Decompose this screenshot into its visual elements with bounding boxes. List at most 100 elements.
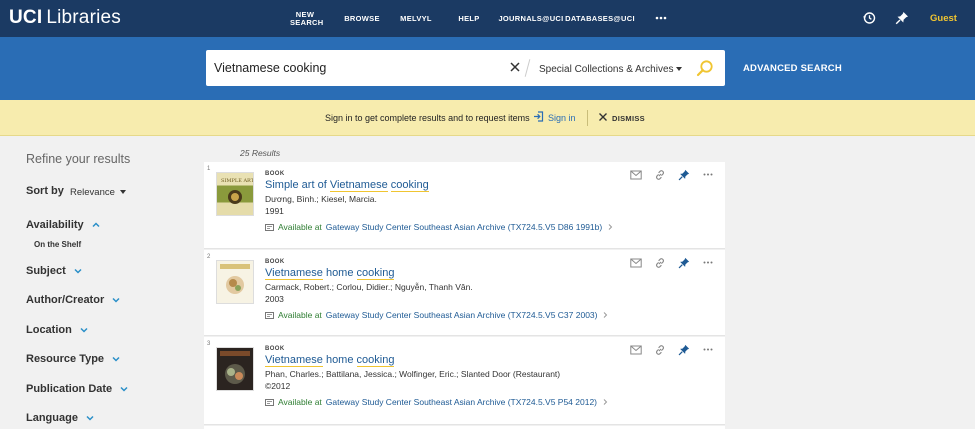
- availability-line[interactable]: Available at Gateway Study Center Southe…: [265, 310, 609, 320]
- book-location-icon: [265, 223, 274, 231]
- chevron-right-icon: [604, 312, 608, 318]
- result-actions: [629, 343, 714, 356]
- nav-help[interactable]: HELP: [450, 0, 488, 37]
- ellipsis-icon[interactable]: [701, 256, 714, 269]
- facet-language[interactable]: Language: [26, 412, 94, 424]
- nav-new-search[interactable]: NEW SEARCH: [282, 0, 328, 37]
- title-part: Simple art of: [265, 179, 330, 191]
- facet-subject[interactable]: Subject: [26, 265, 82, 277]
- pin-icon[interactable]: [677, 168, 690, 181]
- availability-location: Gateway Study Center Southeast Asian Arc…: [325, 222, 603, 232]
- sort-by-select[interactable]: Relevance: [70, 187, 115, 198]
- facet-availability[interactable]: Availability: [26, 219, 100, 231]
- availability-status: Available at: [278, 222, 322, 232]
- availability-line[interactable]: Available at Gateway Study Center Southe…: [265, 397, 609, 407]
- chevron-down-icon[interactable]: [676, 67, 682, 71]
- signin-banner: Sign in to get complete results and to r…: [0, 100, 975, 136]
- facet-publication-date-label: Publication Date: [26, 383, 113, 395]
- result-number: 1: [207, 166, 211, 172]
- chevron-right-icon: [608, 224, 613, 230]
- result-actions: [629, 256, 714, 269]
- logo-bold-text: UCI: [9, 7, 43, 28]
- result-number: 2: [207, 254, 211, 260]
- facet-language-label: Language: [26, 412, 78, 424]
- book-location-icon: [265, 398, 274, 406]
- ellipsis-icon[interactable]: [653, 10, 669, 26]
- nav-browse-label: BROWSE: [344, 13, 380, 23]
- nav-databases[interactable]: DATABASES@UCI: [565, 0, 635, 37]
- availability-line[interactable]: Available at Gateway Study Center Southe…: [265, 222, 614, 232]
- book-cover-thumbnail[interactable]: SIMPLE ART: [216, 172, 255, 216]
- search-band: Special Collections & Archives ADVANCED …: [0, 37, 975, 100]
- result-date: ©2012: [265, 381, 291, 391]
- ellipsis-icon[interactable]: [701, 168, 714, 181]
- availability-status: Available at: [278, 310, 322, 320]
- title-part: home: [322, 354, 357, 366]
- facet-on-the-shelf[interactable]: On the Shelf: [34, 240, 81, 249]
- email-icon[interactable]: [629, 168, 642, 181]
- pin-icon[interactable]: [894, 10, 910, 26]
- chevron-down-icon: [112, 297, 120, 303]
- link-icon[interactable]: [653, 256, 666, 269]
- pin-icon[interactable]: [677, 256, 690, 269]
- availability-location: Gateway Study Center Southeast Asian Arc…: [325, 397, 598, 407]
- signin-icon: [533, 111, 544, 124]
- book-cover-thumbnail[interactable]: [216, 260, 254, 304]
- chevron-down-icon: [80, 327, 88, 333]
- title-highlight: Vietnamese: [265, 354, 323, 367]
- facet-author-creator-label: Author/Creator: [26, 294, 105, 306]
- facet-resource-type[interactable]: Resource Type: [26, 353, 120, 365]
- title-highlight: Vietnamese: [329, 179, 388, 192]
- guest-user-link[interactable]: Guest: [930, 13, 957, 24]
- history-icon[interactable]: [861, 10, 877, 26]
- facet-availability-label: Availability: [26, 219, 84, 231]
- sort-by-label: Sort by: [26, 185, 64, 197]
- nav-melvyl-label: MELVYL: [400, 13, 432, 23]
- facet-location[interactable]: Location: [26, 324, 88, 336]
- nav-melvyl[interactable]: MELVYL: [394, 0, 438, 37]
- search-input[interactable]: [214, 55, 494, 81]
- title-highlight: cooking: [390, 179, 429, 192]
- link-icon[interactable]: [653, 343, 666, 356]
- signin-link[interactable]: Sign in: [533, 111, 576, 124]
- pin-icon[interactable]: [677, 343, 690, 356]
- banner-divider: [587, 110, 588, 126]
- clear-search-icon[interactable]: [508, 60, 522, 74]
- resource-type-label: BOOK: [265, 171, 285, 177]
- book-cover-thumbnail[interactable]: [216, 347, 254, 391]
- chevron-right-icon: [603, 399, 608, 405]
- nav-journals-label: JOURNALS@UCI: [498, 13, 564, 23]
- chevron-down-icon: [86, 415, 94, 421]
- advanced-search-link[interactable]: ADVANCED SEARCH: [743, 63, 842, 74]
- chevron-down-icon[interactable]: [120, 190, 126, 194]
- close-icon: [598, 112, 608, 124]
- result-title-link[interactable]: Simple art of Vietnamese cooking: [265, 179, 429, 192]
- result-date: 2003: [265, 294, 284, 304]
- email-icon[interactable]: [629, 256, 642, 269]
- title-highlight: cooking: [356, 354, 395, 367]
- search-scope-select[interactable]: Special Collections & Archives: [539, 64, 674, 75]
- email-icon[interactable]: [629, 343, 642, 356]
- facet-author-creator[interactable]: Author/Creator: [26, 294, 120, 306]
- title-highlight: cooking: [356, 267, 395, 280]
- search-icon[interactable]: [696, 59, 714, 77]
- result-title-link[interactable]: Vietnamese home cooking: [265, 354, 395, 367]
- facet-publication-date[interactable]: Publication Date: [26, 383, 128, 395]
- title-part: home: [322, 267, 357, 279]
- nav-databases-label: DATABASES@UCI: [565, 13, 635, 23]
- link-icon[interactable]: [653, 168, 666, 181]
- facet-location-label: Location: [26, 324, 72, 336]
- nav-browse[interactable]: BROWSE: [340, 0, 384, 37]
- refine-title: Refine your results: [26, 152, 131, 166]
- result-authors: Phan, Charles.; Battilana, Jessica.; Wol…: [265, 369, 561, 379]
- dismiss-label: DISMISS: [612, 113, 645, 123]
- result-title-link[interactable]: Vietnamese home cooking: [265, 267, 395, 280]
- search-divider: [524, 59, 531, 77]
- dismiss-button[interactable]: DISMISS: [598, 112, 645, 124]
- chevron-down-icon: [74, 268, 82, 274]
- result-actions: [629, 168, 714, 181]
- ellipsis-icon[interactable]: [701, 343, 714, 356]
- nav-journals[interactable]: JOURNALS@UCI: [496, 0, 566, 37]
- uci-libraries-logo[interactable]: UCI Libraries: [9, 7, 121, 29]
- signin-label: Sign in: [548, 112, 576, 123]
